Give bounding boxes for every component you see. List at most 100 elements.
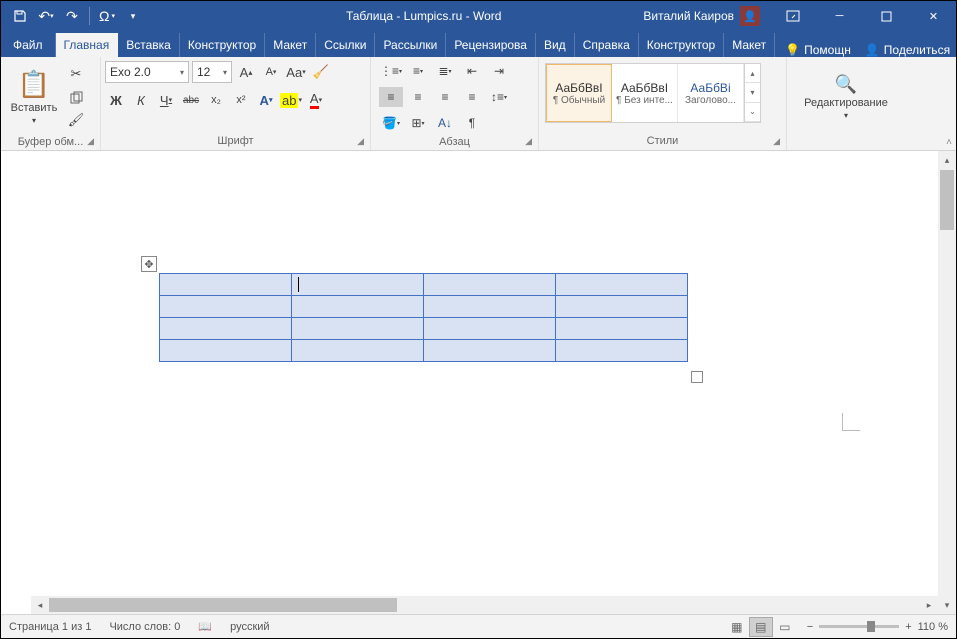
- undo-icon[interactable]: ↶▾: [35, 5, 57, 27]
- dialog-launcher-icon[interactable]: ◢: [773, 136, 780, 147]
- tab-file[interactable]: Файл: [1, 33, 56, 57]
- font-size-combo[interactable]: 12▾: [192, 61, 232, 83]
- strike-button[interactable]: abc: [180, 89, 202, 111]
- table-row: [160, 296, 688, 318]
- text-effects-icon[interactable]: A▾: [255, 89, 277, 111]
- tab-mailings[interactable]: Рассылки: [375, 33, 446, 57]
- dialog-launcher-icon[interactable]: ◢: [525, 136, 532, 147]
- scroll-left-icon[interactable]: ◂: [31, 600, 49, 611]
- italic-button[interactable]: К: [130, 89, 152, 111]
- word-count[interactable]: Число слов: 0: [109, 621, 180, 633]
- table-row: [160, 318, 688, 340]
- borders-icon[interactable]: ⊞▾: [406, 113, 430, 133]
- scroll-down-icon[interactable]: ▾: [938, 596, 956, 614]
- close-button[interactable]: ✕: [911, 1, 956, 31]
- tab-review[interactable]: Рецензирова: [446, 33, 536, 57]
- styles-gallery[interactable]: АаБбВвI ¶ Обычный АаБбВвI ¶ Без инте... …: [545, 63, 761, 123]
- web-layout-icon[interactable]: ▭: [773, 617, 797, 637]
- change-case-icon[interactable]: Aa▾: [285, 61, 307, 83]
- paste-button[interactable]: 📋 Вставить ▾: [5, 61, 63, 133]
- zoom-out-button[interactable]: −: [807, 621, 813, 633]
- format-painter-icon[interactable]: 🖌: [65, 110, 87, 130]
- numbering-icon[interactable]: ≡▾: [406, 61, 430, 81]
- bullets-icon[interactable]: ⋮≡▾: [379, 61, 403, 81]
- scroll-up-icon[interactable]: ▴: [938, 151, 956, 169]
- sort-icon[interactable]: A↓: [433, 113, 457, 133]
- table-move-handle[interactable]: ✥: [141, 256, 157, 272]
- clear-format-icon[interactable]: 🧹: [310, 61, 332, 83]
- style-heading1[interactable]: АаБбВі Заголово...: [678, 64, 744, 122]
- tab-home[interactable]: Главная: [56, 33, 119, 57]
- horizontal-scrollbar[interactable]: ◂ ▸: [31, 596, 938, 614]
- spell-check-icon[interactable]: 📖: [198, 620, 212, 633]
- tab-insert[interactable]: Вставка: [118, 33, 180, 57]
- zoom-in-button[interactable]: +: [905, 621, 911, 633]
- user-account[interactable]: Виталий Каиров 👤: [635, 6, 768, 26]
- multilevel-icon[interactable]: ≣▾: [433, 61, 457, 81]
- dialog-launcher-icon[interactable]: ◢: [87, 136, 94, 147]
- share-button[interactable]: 👤Поделиться: [865, 43, 950, 57]
- search-icon: 🔍: [835, 74, 857, 95]
- table-resize-handle[interactable]: [691, 371, 703, 383]
- justify-icon[interactable]: ≡: [460, 87, 484, 107]
- print-layout-icon[interactable]: ▤: [749, 617, 773, 637]
- scroll-right-icon[interactable]: ▸: [920, 600, 938, 611]
- tab-table-layout[interactable]: Макет: [724, 33, 775, 57]
- language-status[interactable]: русский: [230, 621, 269, 633]
- zoom-control: − + 110 %: [807, 621, 948, 633]
- tab-design[interactable]: Конструктор: [180, 33, 265, 57]
- zoom-slider[interactable]: [819, 625, 899, 628]
- shrink-font-icon[interactable]: A▾: [260, 61, 282, 83]
- highlight-icon[interactable]: ab▾: [280, 89, 302, 111]
- gallery-more-icon[interactable]: ⌄: [745, 103, 760, 122]
- omega-icon[interactable]: Ω▾: [96, 5, 118, 27]
- style-nospacing[interactable]: АаБбВвI ¶ Без инте...: [612, 64, 678, 122]
- tell-me[interactable]: 💡Помощн: [785, 43, 851, 57]
- font-name-combo[interactable]: Exo 2.0▾: [105, 61, 189, 83]
- subscript-button[interactable]: x₂: [205, 89, 227, 111]
- tab-view[interactable]: Вид: [536, 33, 575, 57]
- tab-layout[interactable]: Макет: [265, 33, 316, 57]
- superscript-button[interactable]: x²: [230, 89, 252, 111]
- gallery-down-icon[interactable]: ▾: [745, 83, 760, 102]
- titlebar: ↶▾ ↷ Ω▾ ▾ Таблица - Lumpics.ru - Word Ви…: [1, 1, 956, 31]
- show-marks-icon[interactable]: ¶: [460, 113, 484, 133]
- save-icon[interactable]: [9, 5, 31, 27]
- tab-table-design[interactable]: Конструктор: [639, 33, 724, 57]
- find-button[interactable]: 🔍 Редактирование ▾: [791, 61, 901, 133]
- dialog-launcher-icon[interactable]: ◢: [357, 136, 364, 147]
- style-normal[interactable]: АаБбВвI ¶ Обычный: [546, 64, 612, 122]
- scroll-thumb[interactable]: [940, 170, 954, 230]
- group-styles: АаБбВвI ¶ Обычный АаБбВвI ¶ Без инте... …: [539, 57, 787, 150]
- dec-indent-icon[interactable]: ⇤: [460, 61, 484, 81]
- gallery-up-icon[interactable]: ▴: [745, 64, 760, 83]
- tab-help[interactable]: Справка: [575, 33, 639, 57]
- minimize-button[interactable]: ─: [817, 1, 862, 31]
- align-center-icon[interactable]: ≡: [406, 87, 430, 107]
- collapse-ribbon-icon[interactable]: ˄: [946, 137, 952, 148]
- read-mode-icon[interactable]: ▦: [725, 617, 749, 637]
- page-status[interactable]: Страница 1 из 1: [9, 621, 91, 633]
- zoom-level[interactable]: 110 %: [918, 621, 948, 633]
- redo-icon[interactable]: ↷: [61, 5, 83, 27]
- scroll-thumb[interactable]: [49, 598, 397, 612]
- document-table[interactable]: [159, 273, 688, 362]
- group-editing: 🔍 Редактирование ▾: [787, 57, 907, 150]
- cut-icon[interactable]: ✂: [65, 64, 87, 84]
- copy-icon[interactable]: [65, 87, 87, 107]
- inc-indent-icon[interactable]: ⇥: [487, 61, 511, 81]
- line-spacing-icon[interactable]: ↕≡▾: [487, 87, 511, 107]
- shading-icon[interactable]: 🪣▾: [379, 113, 403, 133]
- ribbon-options-icon[interactable]: [770, 1, 815, 31]
- qat-customize-icon[interactable]: ▾: [122, 5, 144, 27]
- align-left-icon[interactable]: ≡: [379, 87, 403, 107]
- align-right-icon[interactable]: ≡: [433, 87, 457, 107]
- underline-button[interactable]: Ч▾: [155, 89, 177, 111]
- maximize-button[interactable]: [864, 1, 909, 31]
- font-color-icon[interactable]: A▾: [305, 89, 327, 111]
- statusbar: Страница 1 из 1 Число слов: 0 📖 русский …: [1, 614, 956, 638]
- bold-button[interactable]: Ж: [105, 89, 127, 111]
- vertical-scrollbar[interactable]: ▴ ▾: [938, 151, 956, 614]
- tab-references[interactable]: Ссылки: [316, 33, 375, 57]
- grow-font-icon[interactable]: A▴: [235, 61, 257, 83]
